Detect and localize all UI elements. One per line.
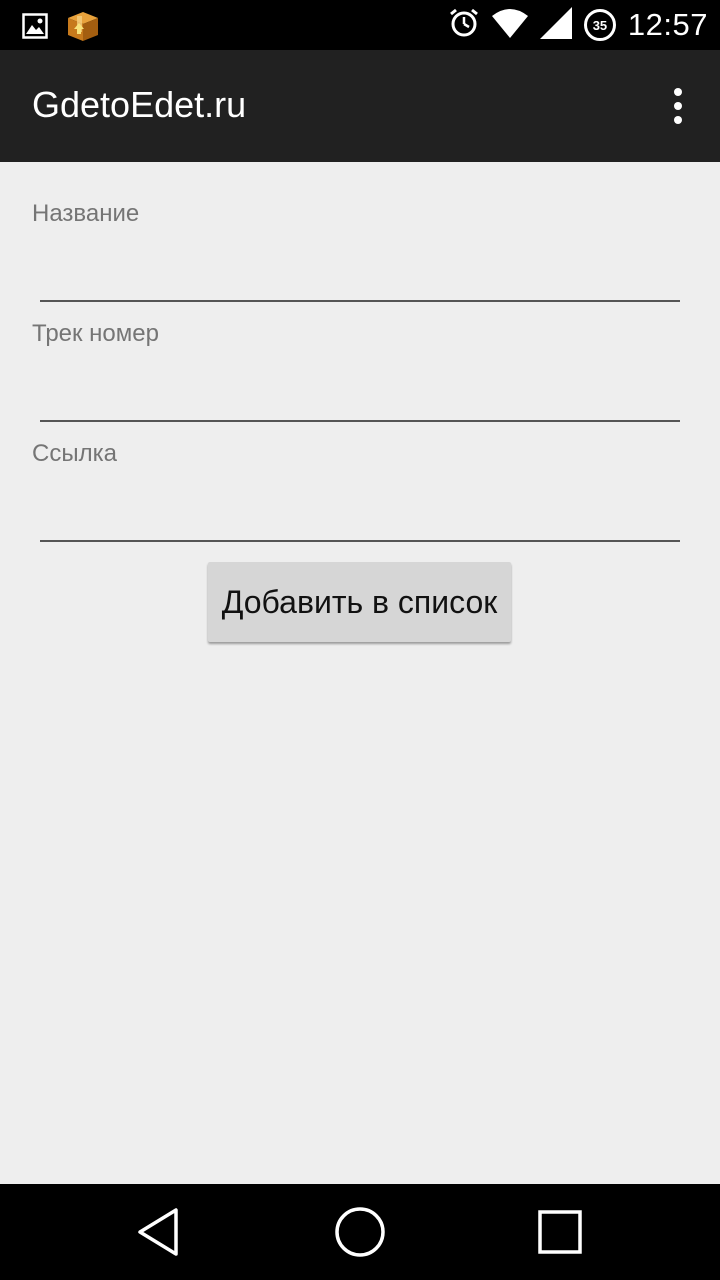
app-title: GdetoEdet.ru [32, 84, 247, 125]
track-number-label: Трек номер [32, 320, 159, 347]
navigation-bar [0, 1184, 720, 1280]
image-icon [22, 13, 48, 44]
recents-icon[interactable] [530, 1204, 590, 1260]
alarm-icon [448, 7, 480, 44]
screen: 35 12:57 GdetoEdet.ru Название Трек номе… [0, 0, 720, 1280]
link-label: Ссылка [32, 440, 117, 467]
back-icon[interactable] [128, 1204, 188, 1260]
battery-icon: 35 [583, 9, 616, 41]
name-input[interactable] [40, 258, 680, 302]
menu-dot [674, 102, 682, 110]
track-number-input[interactable] [40, 378, 680, 422]
link-input[interactable] [40, 498, 680, 542]
home-icon[interactable] [330, 1204, 390, 1260]
menu-dot [674, 88, 682, 96]
wifi-icon [491, 8, 528, 43]
status-time: 12:57 [627, 7, 708, 42]
signal-icon [539, 6, 572, 44]
more-vert-icon[interactable] [666, 86, 690, 126]
app-bar: GdetoEdet.ru [0, 50, 720, 162]
status-notifications [22, 10, 100, 47]
name-label: Название [32, 200, 140, 227]
status-system: 35 12:57 [448, 6, 708, 44]
menu-dot [674, 116, 682, 124]
battery-level: 35 [592, 17, 608, 33]
add-to-list-button[interactable]: Добавить в список [208, 562, 511, 642]
package-icon [66, 10, 100, 47]
status-bar: 35 12:57 [0, 0, 720, 50]
